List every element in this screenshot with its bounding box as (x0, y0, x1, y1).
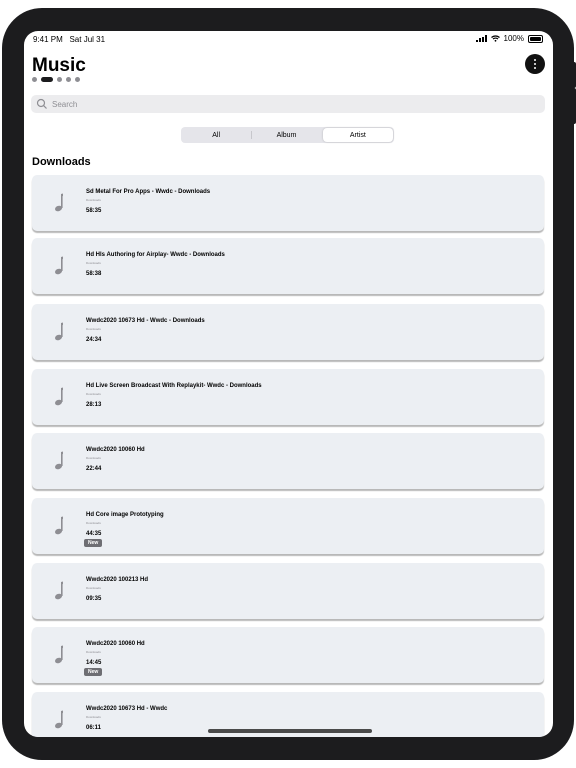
item-subtitle: Downloads (86, 392, 101, 396)
section-title: Downloads (32, 156, 91, 168)
list-item[interactable]: Wwdc2020 10673 Hd - Wwdc - Downloads Down… (32, 304, 544, 360)
item-subtitle: Downloads (86, 456, 101, 460)
list-item[interactable]: Hd Live Screen Broadcast With Replaykit-… (32, 369, 544, 425)
music-note-icon (55, 451, 63, 470)
list-item[interactable]: Wwdc2020 10060 Hd Downloads 14:45 New (32, 627, 544, 683)
item-subtitle: Downloads (86, 650, 101, 654)
item-subtitle: Downloads (86, 715, 101, 719)
page-dot[interactable] (66, 77, 71, 82)
filter-segmented-control[interactable]: All Album Artist (181, 127, 394, 143)
item-duration: 14:45 (86, 660, 102, 666)
search-icon (36, 98, 47, 109)
music-note-icon (55, 193, 63, 212)
more-options-button[interactable] (525, 54, 545, 74)
item-title: Sd Metal For Pro Apps - Wwdc - Downloads (86, 189, 211, 195)
item-duration: 58:35 (86, 208, 102, 214)
wifi-icon (490, 35, 500, 42)
music-note-icon (55, 581, 63, 600)
segment-all[interactable]: All (181, 127, 251, 143)
segment-artist[interactable]: Artist (322, 128, 393, 142)
item-title: Hd Core image Prototyping (86, 512, 164, 518)
list-item[interactable]: Wwdc2020 100213 Hd Downloads 09:35 (32, 563, 544, 619)
item-subtitle: Downloads (86, 521, 101, 525)
music-note-icon (55, 645, 63, 664)
item-title: Wwdc2020 10060 Hd (86, 641, 145, 647)
item-duration: 09:35 (86, 596, 102, 602)
list-item[interactable]: Hd Hls Authoring for Airplay- Wwdc - Dow… (32, 238, 544, 294)
battery-percent: 100% (503, 34, 524, 43)
page-dot[interactable] (75, 77, 80, 82)
item-title: Wwdc2020 10673 Hd - Wwdc - Downloads (86, 318, 205, 324)
ipad-device: 9:41 PM Sat Jul 31 100% Music Search All… (0, 0, 576, 768)
new-badge: New (84, 539, 103, 547)
item-title: Wwdc2020 100213 Hd (86, 577, 149, 583)
item-duration: 58:38 (86, 271, 102, 277)
item-duration: 22:44 (86, 466, 102, 472)
list-item[interactable]: Wwdc2020 10060 Hd Downloads 22:44 (32, 433, 544, 489)
page-title: Music (32, 55, 86, 76)
new-badge: New (84, 668, 103, 676)
page-indicator[interactable] (32, 77, 80, 82)
segment-album[interactable]: Album (251, 127, 321, 143)
page-dot[interactable] (32, 77, 37, 82)
item-title: Wwdc2020 10673 Hd - Wwdc (86, 706, 168, 712)
music-note-icon (55, 710, 63, 729)
item-title: Hd Hls Authoring for Airplay- Wwdc - Dow… (86, 252, 225, 258)
cellular-signal-icon (475, 35, 487, 42)
item-subtitle: Downloads (86, 586, 101, 590)
music-note-icon (55, 516, 63, 535)
more-vertical-icon (534, 59, 536, 61)
music-note-icon (55, 387, 63, 406)
volume-button (572, 88, 576, 124)
app-screen: 9:41 PM Sat Jul 31 100% Music Search All… (24, 31, 553, 737)
music-note-icon (55, 322, 63, 341)
side-button (572, 62, 576, 88)
list-item[interactable]: Sd Metal For Pro Apps - Wwdc - Downloads… (32, 175, 544, 231)
item-subtitle: Downloads (86, 261, 101, 265)
list-item[interactable]: Hd Core image Prototyping Downloads 44:35 N… (32, 498, 544, 554)
page-dot[interactable] (57, 77, 62, 82)
search-bar[interactable] (31, 95, 545, 113)
item-subtitle: Downloads (86, 327, 101, 331)
music-note-icon (55, 256, 63, 275)
status-indicators: 100% (475, 34, 543, 43)
item-title: Wwdc2020 10060 Hd (86, 447, 145, 453)
item-title: Hd Live Screen Broadcast With Replaykit-… (86, 383, 262, 389)
battery-icon (528, 34, 543, 43)
status-bar: 9:41 PM Sat Jul 31 100% (24, 31, 553, 49)
item-duration: 44:35 (86, 531, 102, 537)
page-dot[interactable] (41, 77, 53, 82)
home-indicator[interactable] (208, 729, 372, 733)
item-duration: 28:13 (86, 402, 102, 408)
item-subtitle: Downloads (86, 198, 101, 202)
item-duration: 06:11 (86, 725, 102, 731)
item-duration: 24:34 (86, 337, 102, 343)
search-input[interactable] (50, 98, 534, 110)
status-time: 9:41 PM Sat Jul 31 (33, 35, 106, 44)
